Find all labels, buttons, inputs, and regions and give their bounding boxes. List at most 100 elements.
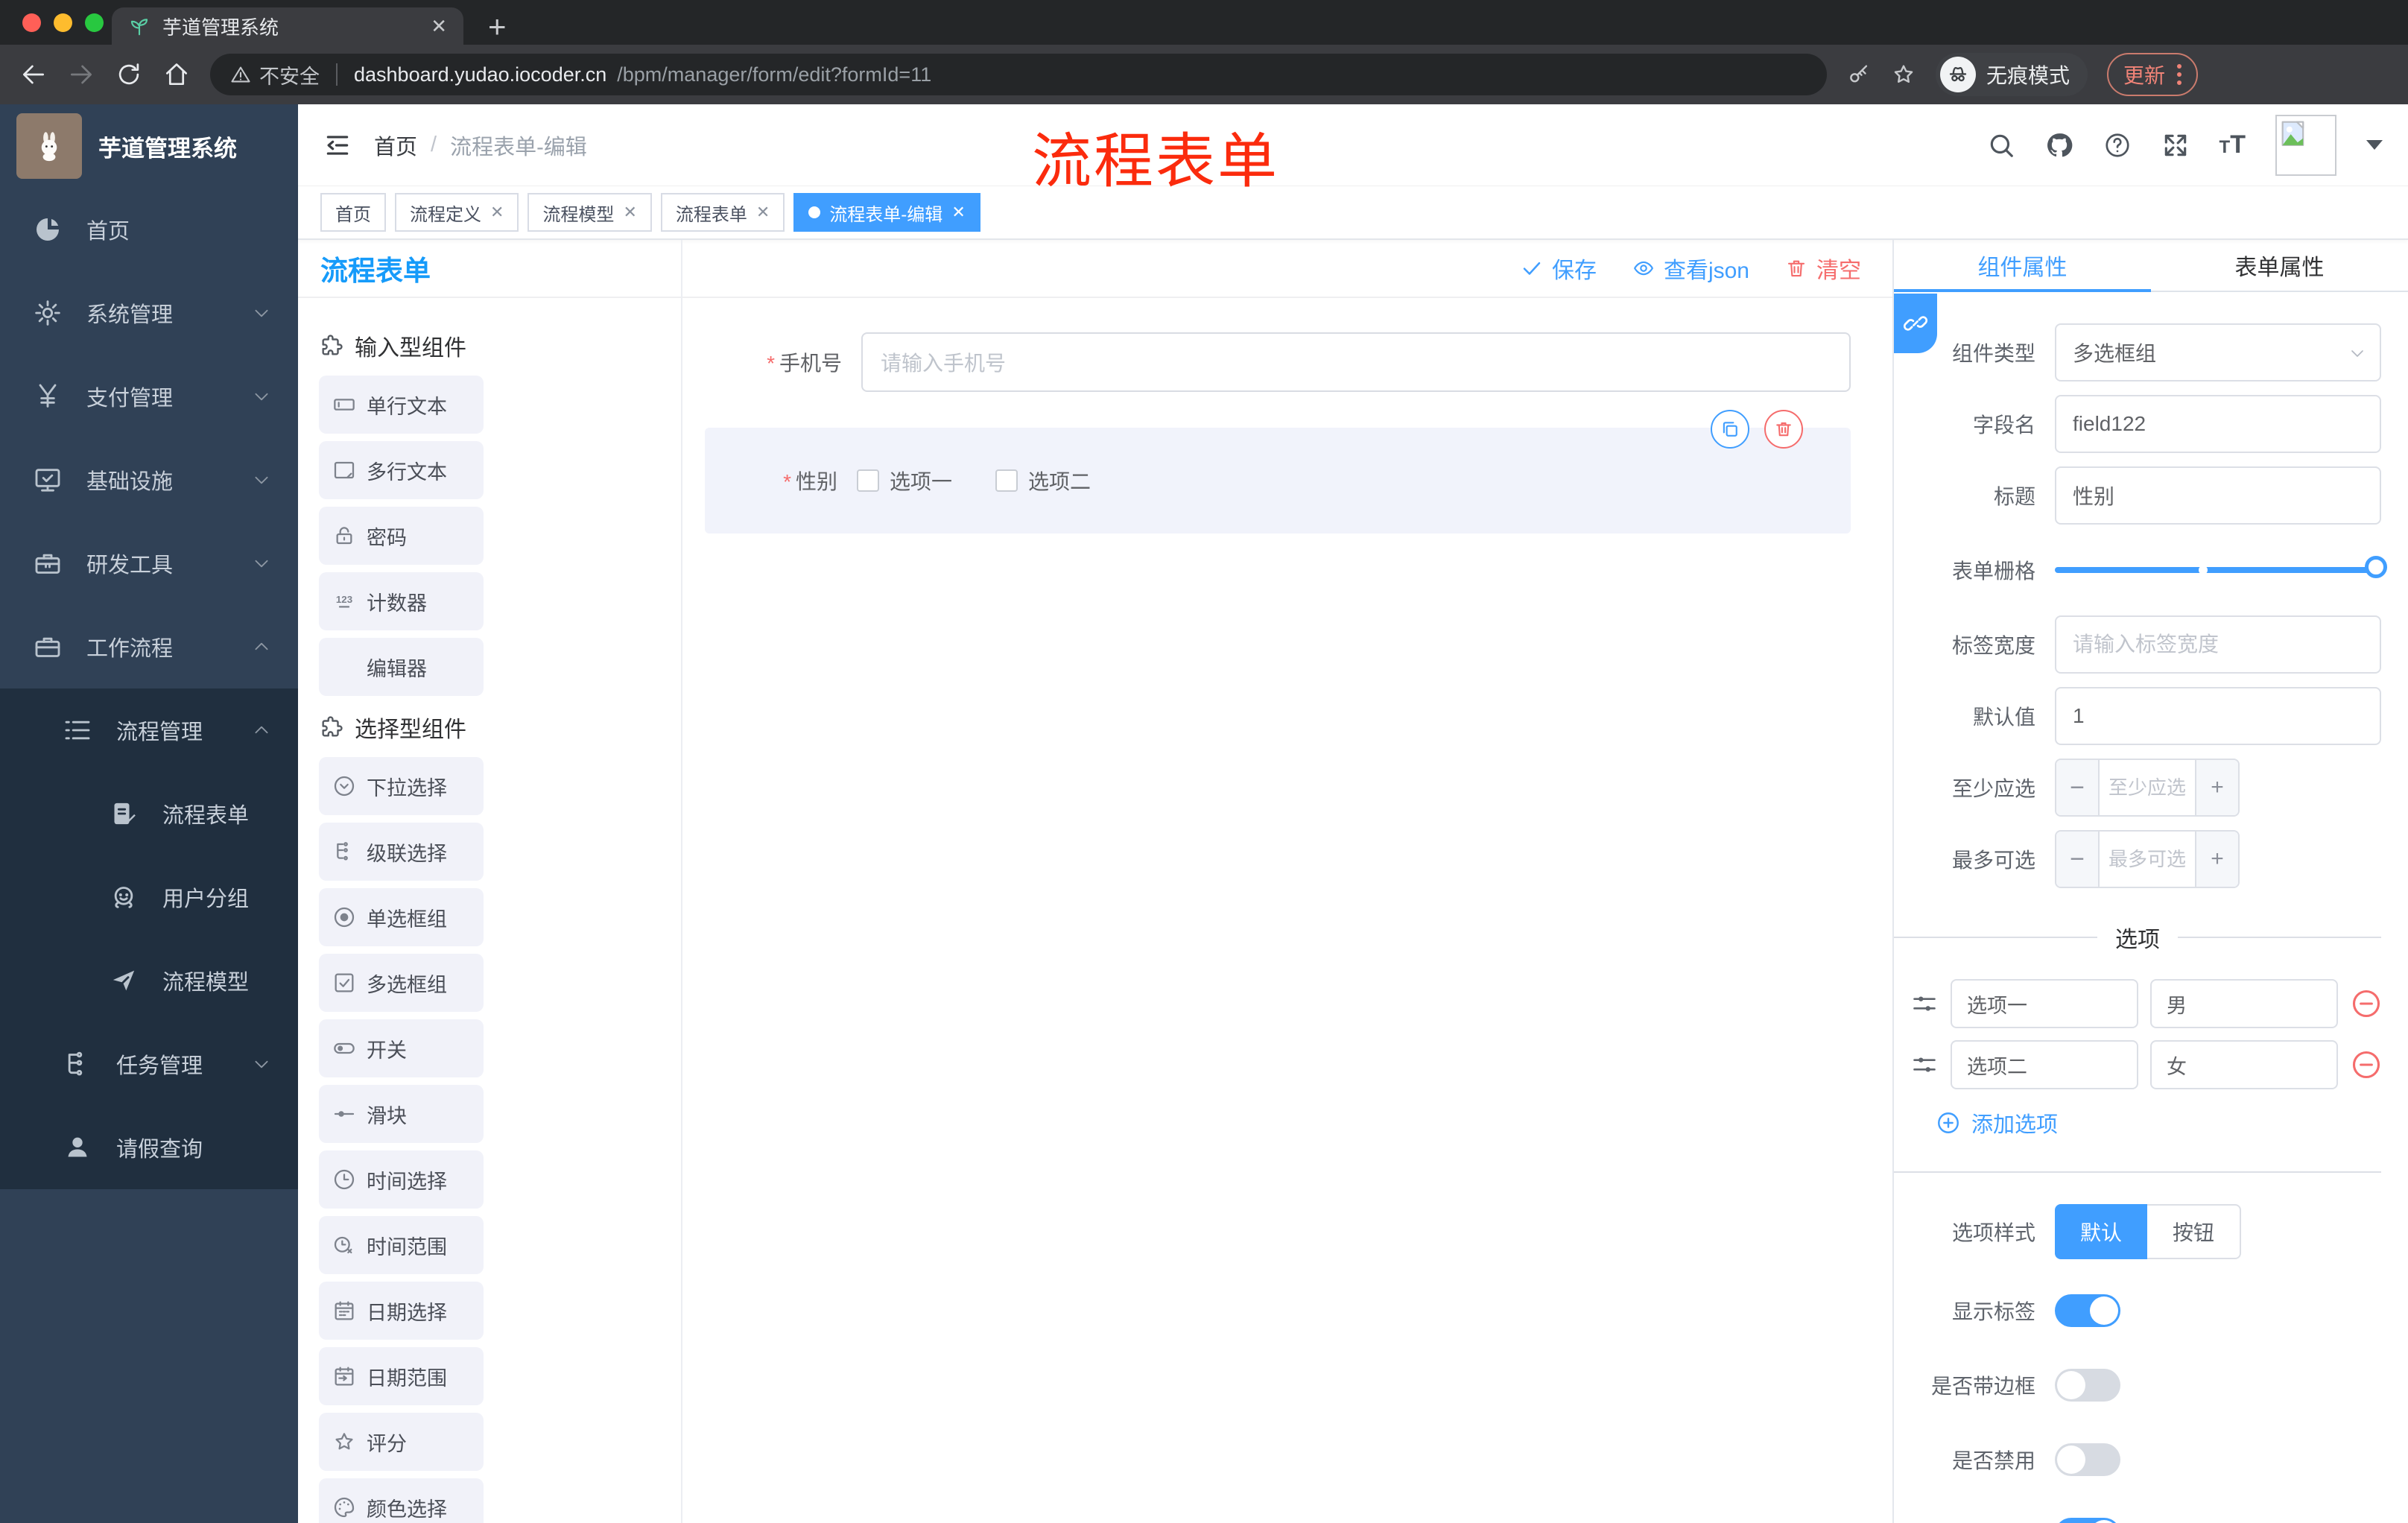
- chip-slider[interactable]: 滑块: [319, 1085, 484, 1143]
- style-default-button[interactable]: 默认: [2055, 1204, 2148, 1259]
- minus-button[interactable]: −: [2056, 760, 2100, 815]
- update-button[interactable]: 更新: [2107, 53, 2199, 96]
- add-option-button[interactable]: 添加选项: [1894, 1107, 2381, 1139]
- bookmark-star-icon[interactable]: [1891, 62, 1916, 87]
- option-value-input[interactable]: [2150, 979, 2338, 1028]
- link-tab-button[interactable]: [1894, 294, 1937, 353]
- new-tab-button[interactable]: +: [488, 9, 507, 45]
- tag-process-definition[interactable]: 流程定义 ✕: [395, 193, 519, 232]
- title-input[interactable]: [2055, 466, 2381, 525]
- chip-cascader[interactable]: 级联选择: [319, 823, 484, 881]
- sidebar-item-process-mgmt[interactable]: 流程管理: [0, 688, 298, 772]
- chip-editor[interactable]: 编辑器: [319, 638, 484, 696]
- sidebar-item-system[interactable]: 系统管理: [0, 271, 298, 355]
- grid-slider[interactable]: [2055, 541, 2387, 599]
- sidebar-item-payment[interactable]: 支付管理: [0, 355, 298, 438]
- reload-icon[interactable]: [115, 60, 143, 89]
- user-avatar[interactable]: [2275, 114, 2336, 176]
- chip-switch[interactable]: 开关: [319, 1019, 484, 1077]
- sidebar-item-leave-query[interactable]: 请假查询: [0, 1106, 298, 1189]
- chip-time-range[interactable]: 时间范围: [319, 1216, 484, 1274]
- chip-password[interactable]: 密码: [319, 507, 484, 565]
- help-icon[interactable]: [2103, 131, 2132, 159]
- github-icon[interactable]: [2045, 131, 2073, 159]
- chip-date-picker[interactable]: 日期选择: [319, 1282, 484, 1340]
- chip-rate[interactable]: 评分: [319, 1413, 484, 1471]
- style-button-button[interactable]: 按钮: [2147, 1204, 2242, 1259]
- sidebar-item-task-mgmt[interactable]: 任务管理: [0, 1022, 298, 1106]
- chip-radio-group[interactable]: 单选框组: [319, 888, 484, 946]
- min-select-input[interactable]: [2100, 760, 2195, 815]
- slider-handle[interactable]: [2365, 556, 2387, 578]
- sidebar-item-workflow[interactable]: 工作流程: [0, 605, 298, 688]
- disabled-toggle[interactable]: [2055, 1443, 2120, 1476]
- tab-close-icon[interactable]: ✕: [431, 15, 447, 38]
- window-controls[interactable]: [22, 13, 104, 32]
- browser-menu-icon[interactable]: [2177, 64, 2182, 85]
- sidebar-item-user-group[interactable]: 用户分组: [0, 855, 298, 939]
- tab-form-props[interactable]: 表单属性: [2151, 240, 2408, 291]
- chip-color-picker[interactable]: 颜色选择: [319, 1478, 484, 1523]
- component-type-select[interactable]: [2055, 323, 2381, 381]
- sidebar-item-home[interactable]: 首页: [0, 188, 298, 271]
- tag-home[interactable]: 首页: [320, 193, 386, 232]
- default-value-input[interactable]: [2055, 687, 2381, 745]
- insecure-warning[interactable]: 不安全: [229, 60, 320, 89]
- chip-select[interactable]: 下拉选择: [319, 757, 484, 815]
- save-button[interactable]: 保存: [1521, 252, 1597, 285]
- label-width-input[interactable]: [2055, 615, 2381, 674]
- fullscreen-icon[interactable]: [2161, 131, 2190, 159]
- gender-option1-checkbox[interactable]: 选项一: [857, 466, 952, 495]
- sidebar-item-devtools[interactable]: 研发工具: [0, 522, 298, 605]
- forward-icon[interactable]: [67, 60, 95, 89]
- search-icon[interactable]: [1987, 131, 2015, 159]
- copy-component-button[interactable]: [1711, 410, 1749, 449]
- option-name-input[interactable]: [1951, 1040, 2138, 1089]
- chip-date-range[interactable]: 日期范围: [319, 1347, 484, 1405]
- drag-handle-icon[interactable]: [1910, 990, 1939, 1018]
- close-icon[interactable]: ✕: [756, 203, 770, 222]
- home-icon[interactable]: [162, 60, 191, 89]
- phone-field-row[interactable]: 手机号 请输入手机号: [712, 332, 1851, 392]
- sidebar-item-infra[interactable]: 基础设施: [0, 438, 298, 522]
- tag-process-model[interactable]: 流程模型 ✕: [527, 193, 652, 232]
- minimize-window-button[interactable]: [54, 13, 72, 32]
- gender-option2-checkbox[interactable]: 选项二: [995, 466, 1091, 495]
- close-icon[interactable]: ✕: [623, 203, 636, 222]
- drag-handle-icon[interactable]: [1910, 1051, 1939, 1079]
- field-name-input[interactable]: [2055, 395, 2381, 453]
- remove-option-button[interactable]: [2350, 987, 2383, 1021]
- required-toggle[interactable]: [2055, 1518, 2120, 1523]
- tab-component-props[interactable]: 组件属性: [1894, 240, 2151, 291]
- font-size-icon[interactable]: TT: [2220, 130, 2246, 159]
- sidebar-item-process-model[interactable]: 流程模型: [0, 939, 298, 1022]
- avatar-caret-icon[interactable]: [2366, 140, 2383, 150]
- minus-button[interactable]: −: [2056, 832, 2100, 887]
- option-name-input[interactable]: [1951, 979, 2138, 1028]
- clear-button[interactable]: 清空: [1785, 252, 1861, 285]
- browser-tab[interactable]: 芋道管理系统 ✕: [112, 7, 463, 45]
- close-window-button[interactable]: [22, 13, 41, 32]
- chip-counter[interactable]: 123 计数器: [319, 572, 484, 630]
- chip-textarea[interactable]: 多行文本: [319, 441, 484, 499]
- tag-process-form[interactable]: 流程表单 ✕: [660, 193, 785, 232]
- maximize-window-button[interactable]: [85, 13, 104, 32]
- border-toggle[interactable]: [2055, 1369, 2120, 1402]
- plus-button[interactable]: +: [2195, 832, 2238, 887]
- view-json-button[interactable]: 查看json: [1632, 252, 1749, 285]
- show-label-toggle[interactable]: [2055, 1294, 2120, 1327]
- close-icon[interactable]: ✕: [490, 203, 504, 222]
- breadcrumb-home[interactable]: 首页: [374, 130, 417, 161]
- remove-option-button[interactable]: [2350, 1048, 2383, 1082]
- delete-component-button[interactable]: [1764, 410, 1803, 449]
- option-value-input[interactable]: [2150, 1040, 2338, 1089]
- chip-time-picker[interactable]: 时间选择: [319, 1150, 484, 1209]
- max-select-input[interactable]: [2100, 832, 2195, 887]
- collapse-sidebar-icon[interactable]: [323, 131, 352, 159]
- back-icon[interactable]: [19, 60, 48, 89]
- address-bar[interactable]: 不安全 dashboard.yudao.iocoder.cn/bpm/manag…: [210, 54, 1827, 95]
- tag-process-form-edit[interactable]: 流程表单-编辑 ✕: [793, 193, 980, 232]
- selected-gender-component[interactable]: 性别 选项一 选项二: [705, 410, 1851, 533]
- password-key-icon[interactable]: [1846, 62, 1872, 87]
- chip-input[interactable]: 单行文本: [319, 376, 484, 434]
